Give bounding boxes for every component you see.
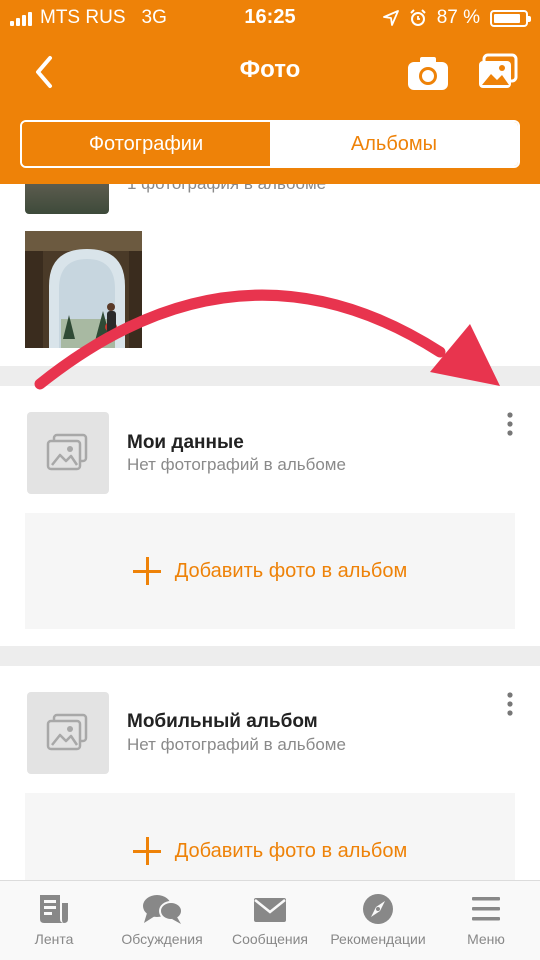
album-cover-thumbnail[interactable] bbox=[25, 184, 109, 214]
envelope-icon bbox=[254, 898, 286, 922]
albums-list[interactable]: 1 фотография в альбоме Мои данные Нет фо… bbox=[0, 184, 540, 880]
tab-label: Лента bbox=[34, 931, 74, 947]
tab-label: Меню bbox=[467, 931, 505, 947]
tab-menu[interactable]: Меню bbox=[432, 881, 540, 960]
battery-icon bbox=[490, 9, 531, 27]
tab-albums[interactable]: Альбомы bbox=[270, 122, 518, 166]
tab-recommendations[interactable]: Рекомендации bbox=[324, 881, 432, 960]
plus-icon bbox=[132, 837, 161, 865]
add-photo-label: Добавить фото в альбом bbox=[174, 559, 408, 582]
discussions-icon bbox=[143, 895, 183, 924]
photos-placeholder-icon bbox=[46, 713, 88, 751]
album-photo-count: Нет фотографий в альбоме bbox=[127, 735, 346, 754]
tab-messages[interactable]: Сообщения bbox=[216, 881, 324, 960]
album-title[interactable]: Мои данные bbox=[127, 432, 244, 454]
alarm-clock-icon bbox=[409, 9, 426, 26]
tab-photos[interactable]: Фотографии bbox=[22, 122, 270, 166]
page-title: Фото bbox=[239, 56, 301, 83]
battery-percent: 87 % bbox=[436, 7, 480, 28]
album-placeholder-cover[interactable] bbox=[27, 412, 109, 494]
bottom-tab-bar: Лента Обсуждения Сообщения Рекомендации bbox=[0, 880, 540, 960]
more-options-icon[interactable] bbox=[500, 409, 520, 439]
add-photo-to-album-button[interactable]: Добавить фото в альбом bbox=[25, 513, 515, 629]
hamburger-icon bbox=[472, 897, 500, 921]
photos-albums-segmented-control: Фотографии Альбомы bbox=[20, 120, 520, 168]
album-photo-count: 1 фотография в альбоме bbox=[127, 184, 326, 194]
more-options-icon[interactable] bbox=[500, 689, 520, 719]
tab-feed[interactable]: Лента bbox=[0, 881, 108, 960]
location-arrow-icon bbox=[382, 10, 399, 26]
tab-discussions[interactable]: Обсуждения bbox=[108, 881, 216, 960]
plus-icon bbox=[132, 557, 161, 585]
album-photo[interactable] bbox=[25, 231, 142, 348]
gallery-icon[interactable] bbox=[476, 52, 520, 92]
album-title[interactable]: Мобильный альбом bbox=[127, 711, 318, 733]
nav-bar: Фото Фотографии Альбомы bbox=[0, 36, 540, 184]
album-placeholder-cover[interactable] bbox=[27, 692, 109, 774]
tab-label: Рекомендации bbox=[330, 931, 426, 947]
add-photo-label: Добавить фото в альбом bbox=[174, 839, 408, 862]
photos-placeholder-icon bbox=[46, 433, 88, 471]
add-photo-to-album-button[interactable]: Добавить фото в альбом bbox=[25, 793, 515, 880]
status-bar: MTS RUS 3G 16:25 87 % bbox=[0, 0, 540, 36]
album-photo-count: Нет фотографий в альбоме bbox=[127, 455, 346, 474]
section-divider bbox=[0, 366, 540, 386]
feed-icon bbox=[40, 895, 68, 923]
camera-icon[interactable] bbox=[406, 54, 450, 92]
tab-label: Обсуждения bbox=[121, 931, 203, 947]
section-divider bbox=[0, 646, 540, 666]
compass-icon bbox=[363, 894, 393, 924]
tab-label: Сообщения bbox=[232, 931, 308, 947]
